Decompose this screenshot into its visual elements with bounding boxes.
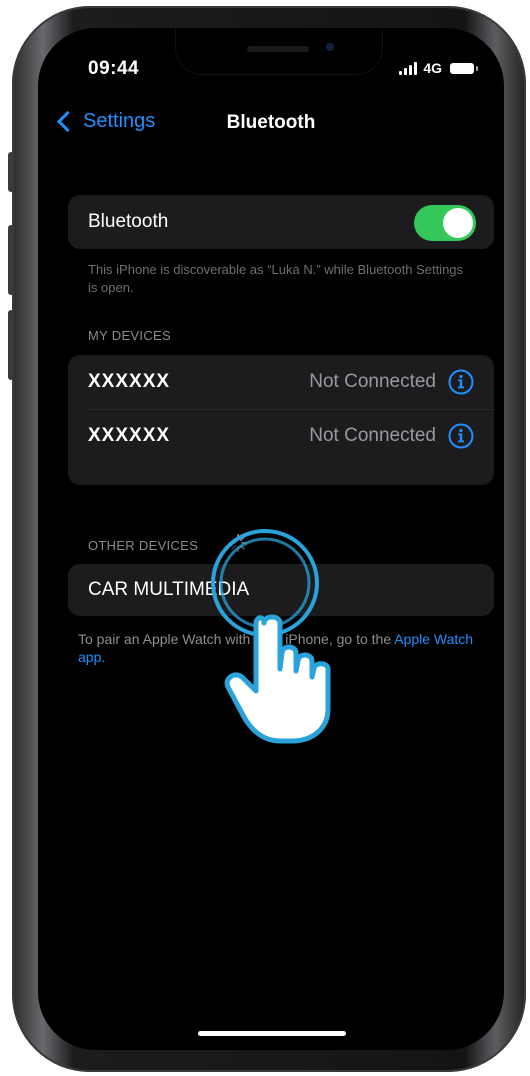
tap-hand-icon	[211, 529, 331, 744]
device-status: Not Connected	[309, 425, 436, 446]
device-name: XXXXXX	[88, 371, 171, 392]
page-title: Bluetooth	[226, 112, 316, 133]
bluetooth-toggle[interactable]	[414, 205, 476, 241]
volume-up-button	[8, 225, 14, 295]
toggle-knob	[443, 208, 473, 238]
bluetooth-label: Bluetooth	[88, 211, 169, 232]
battery-icon	[450, 62, 478, 74]
other-devices-header: OTHER DEVICES	[88, 538, 199, 553]
device-status: Not Connected	[309, 371, 436, 392]
device-name: XXXXXX	[88, 425, 171, 446]
discoverable-footnote: This iPhone is discoverable as “Luka N.”…	[88, 262, 464, 295]
device-row[interactable]: XXXXXX Not Connected	[68, 355, 494, 409]
device-row[interactable]: XXXXXX Not Connected	[68, 409, 494, 463]
info-icon[interactable]	[448, 369, 474, 395]
signal-icon	[399, 61, 418, 75]
network-type: 4G	[423, 60, 442, 76]
my-devices-group: XXXXXX Not Connected XXXXXX Not Connecte…	[68, 355, 494, 485]
speaker	[247, 46, 309, 52]
info-icon[interactable]	[448, 423, 474, 449]
bluetooth-row: Bluetooth	[68, 195, 494, 249]
status-time: 09:44	[88, 58, 140, 79]
home-indicator[interactable]	[198, 1031, 346, 1036]
notch	[176, 28, 382, 74]
my-devices-header: MY DEVICES	[88, 328, 171, 343]
bluetooth-group: Bluetooth	[68, 195, 494, 249]
mute-switch	[8, 152, 14, 192]
volume-down-button	[8, 310, 14, 380]
status-indicators: 4G	[399, 60, 478, 76]
front-camera	[326, 43, 334, 51]
